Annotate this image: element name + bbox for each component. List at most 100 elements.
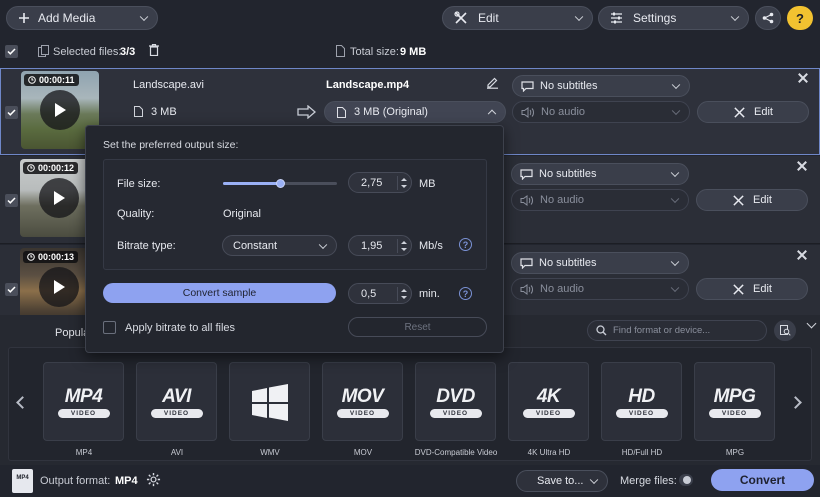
speaker-icon	[520, 283, 533, 295]
clock-icon	[27, 253, 35, 261]
file-size-input[interactable]: 2,75	[348, 172, 412, 193]
file-checkbox[interactable]	[5, 283, 18, 296]
file-size-slider[interactable]	[223, 179, 337, 188]
play-button[interactable]	[40, 90, 80, 130]
bitrate-type-label: Bitrate type:	[117, 240, 176, 252]
edit-file-button[interactable]: Edit	[696, 278, 808, 300]
sample-length-input[interactable]: 0,5	[348, 283, 412, 304]
rename-pencil-icon[interactable]	[486, 76, 499, 89]
size-settings-panel: File size: 2,75 MB Quality: Original Bit…	[103, 159, 487, 270]
source-file-size: 3 MB	[151, 106, 177, 118]
search-icon	[596, 325, 607, 336]
edit-file-button[interactable]: Edit	[696, 189, 808, 211]
speech-bubble-icon	[520, 257, 533, 269]
quality-value: Original	[223, 208, 261, 220]
format-card[interactable]: MP4 VIDEO	[43, 362, 124, 441]
apply-all-checkbox[interactable]	[103, 321, 116, 334]
tools-icon	[734, 106, 745, 118]
file-checkbox[interactable]	[5, 106, 18, 119]
convert-sample-button[interactable]: Convert sample	[103, 283, 336, 303]
trash-icon[interactable]	[149, 44, 159, 56]
share-button[interactable]	[755, 6, 781, 30]
format-card[interactable]: HD VIDEO	[601, 362, 682, 441]
audio-dropdown[interactable]: No audio	[511, 278, 689, 300]
chevron-down-icon	[318, 240, 328, 249]
bitrate-help-icon[interactable]: ?	[459, 238, 472, 251]
speech-bubble-icon	[520, 168, 533, 180]
remove-file-icon[interactable]	[797, 250, 807, 260]
format-logo-sub: VIDEO	[150, 408, 203, 418]
sample-help-icon[interactable]: ?	[459, 287, 472, 300]
speaker-icon	[520, 194, 533, 206]
chevron-down-icon	[670, 194, 680, 204]
bitrate-unit: Mb/s	[419, 240, 443, 252]
gear-icon[interactable]	[146, 472, 161, 487]
help-button[interactable]: ?	[787, 6, 813, 30]
file-checkbox[interactable]	[5, 194, 18, 207]
format-logo-sub: VIDEO	[429, 408, 482, 418]
chevron-up-icon	[487, 109, 497, 119]
chevron-down-icon	[589, 475, 599, 485]
format-logo-sub: VIDEO	[522, 408, 575, 418]
edit-menu-button[interactable]: Edit	[442, 6, 593, 30]
save-to-button[interactable]: Save to...	[516, 470, 608, 492]
chevron-down-icon	[671, 80, 681, 90]
settings-button[interactable]: Settings	[598, 6, 749, 30]
duration-text: 00:00:11	[39, 75, 75, 85]
remove-file-icon[interactable]	[798, 73, 808, 83]
format-card[interactable]: DVD VIDEO	[415, 362, 496, 441]
output-size-dropdown[interactable]: 3 MB (Original)	[324, 101, 506, 123]
edit-file-label: Edit	[754, 106, 773, 118]
format-card[interactable]: 4K VIDEO	[508, 362, 589, 441]
question-icon: ?	[796, 10, 804, 26]
format-card[interactable]: AVI VIDEO	[136, 362, 217, 441]
merge-files-toggle[interactable]	[679, 474, 693, 486]
file-size-value: 2,75	[361, 176, 383, 189]
stepper-arrows-icon[interactable]	[397, 239, 407, 253]
format-card[interactable]	[229, 362, 310, 441]
speaker-icon	[521, 106, 534, 118]
convert-sample-label: Convert sample	[182, 287, 257, 299]
format-card[interactable]: MOV VIDEO	[322, 362, 403, 441]
add-media-button[interactable]: Add Media	[6, 6, 158, 30]
tools-icon	[733, 283, 744, 295]
device-search-icon	[779, 325, 791, 336]
device-search-button[interactable]	[774, 320, 796, 341]
share-icon	[762, 12, 774, 24]
tools-icon	[733, 194, 744, 206]
clock-icon	[28, 76, 36, 84]
remove-file-icon[interactable]	[797, 161, 807, 171]
subtitles-value: No subtitles	[539, 168, 597, 180]
play-button[interactable]	[39, 178, 79, 218]
edit-file-label: Edit	[753, 194, 772, 206]
chevron-down-icon	[574, 12, 584, 22]
toggle-knob	[683, 476, 691, 484]
audio-dropdown[interactable]: No audio	[511, 189, 689, 211]
play-button[interactable]	[39, 267, 79, 307]
convert-button[interactable]: Convert	[711, 469, 814, 491]
format-logo: MPG	[713, 385, 756, 407]
files-icon	[38, 45, 49, 57]
output-format-value: MP4	[115, 475, 138, 487]
bitrate-input[interactable]: 1,95	[348, 235, 412, 256]
slider-knob[interactable]	[275, 179, 285, 188]
subtitles-dropdown[interactable]: No subtitles	[512, 75, 690, 97]
search-placeholder: Find format or device...	[613, 325, 711, 336]
select-all-checkbox[interactable]	[5, 45, 18, 58]
selected-files-label: Selected files:	[53, 46, 122, 58]
subtitles-dropdown[interactable]: No subtitles	[511, 163, 689, 185]
audio-dropdown[interactable]: No audio	[512, 101, 690, 123]
format-icon-text: MP4	[16, 475, 29, 481]
format-card[interactable]: MPG VIDEO	[694, 362, 775, 441]
format-label: MP4	[75, 448, 93, 457]
merge-files-label: Merge files:	[620, 475, 677, 487]
stepper-arrows-icon[interactable]	[397, 287, 407, 301]
bitrate-type-dropdown[interactable]: Constant	[222, 235, 337, 256]
edit-file-button[interactable]: Edit	[697, 101, 809, 123]
stepper-arrows-icon[interactable]	[397, 176, 407, 190]
reset-button[interactable]: Reset	[348, 317, 487, 337]
play-icon	[54, 191, 65, 205]
subtitles-dropdown[interactable]: No subtitles	[511, 252, 689, 274]
format-search-input[interactable]: Find format or device...	[587, 320, 767, 341]
audio-value: No audio	[541, 106, 586, 118]
